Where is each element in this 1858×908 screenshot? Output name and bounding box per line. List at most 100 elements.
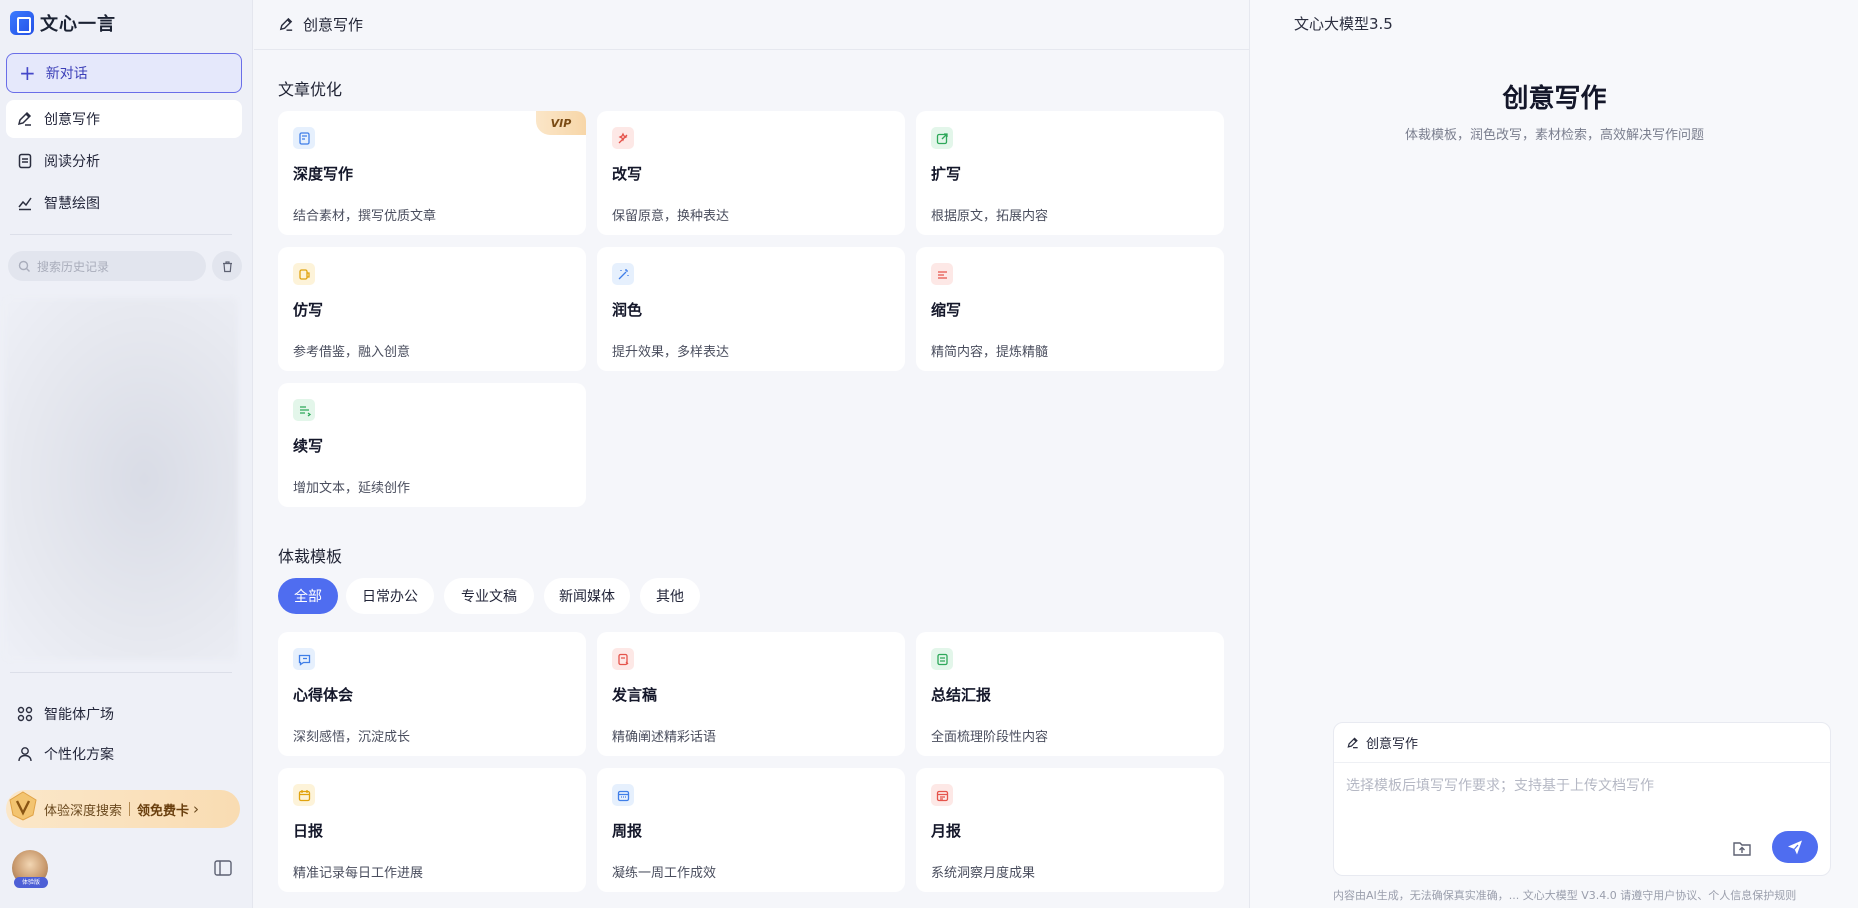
card-title: 心得体会 (293, 686, 354, 704)
pen-icon (279, 17, 293, 31)
expand-icon (931, 127, 953, 149)
calendar-week-icon (612, 784, 634, 806)
new-chat-label: 新对话 (45, 66, 88, 82)
card-description: 精确阐述精彩话语 (612, 730, 717, 745)
model-selector[interactable]: 文心大模型3.5 (1294, 13, 1393, 34)
logo-icon (10, 11, 34, 35)
card-description: 提升效果，多样表达 (612, 345, 730, 360)
card-title: 扩写 (931, 165, 962, 183)
calendar-month-icon (931, 784, 953, 806)
card-title: 月报 (931, 822, 962, 840)
right-panel: 文心大模型3.5 创意写作 体裁模板，润色改写，素材检索，高效解决写作问题 创意… (1249, 0, 1858, 908)
vip-crown-icon (2, 785, 44, 827)
composer-mode-tag[interactable]: 创意写作 (1334, 723, 1830, 763)
speech-icon (612, 648, 634, 670)
feature-card[interactable]: 缩写精简内容，提炼精髓 (916, 247, 1224, 371)
collapse-sidebar-button[interactable] (213, 858, 233, 878)
grid-icon (17, 706, 33, 722)
card-description: 参考借鉴，融入创意 (293, 345, 411, 360)
feature-card[interactable]: 发言稿精确阐述精彩话语 (597, 632, 905, 756)
feature-card[interactable]: 仿写参考借鉴，融入创意 (278, 247, 586, 371)
filter-chip[interactable]: 其他 (640, 578, 700, 614)
feature-card[interactable]: 润色提升效果，多样表达 (597, 247, 905, 371)
nav-item-personalization[interactable]: 个性化方案 (6, 735, 242, 773)
search-placeholder: 搜索历史记录 (37, 259, 110, 274)
send-icon (1788, 840, 1802, 855)
nav-item-agent-plaza[interactable]: 智能体广场 (6, 695, 242, 733)
page-title: 创意写作 (303, 16, 364, 34)
filter-chip[interactable]: 日常办公 (346, 578, 434, 614)
feature-card[interactable]: 周报 凝练一周工作成效 (597, 768, 905, 892)
doc-edit-icon (293, 127, 315, 149)
nav-label: 智能体广场 (44, 707, 114, 723)
card-description: 全面梳理阶段性内容 (931, 730, 1049, 745)
card-title: 发言稿 (612, 686, 658, 704)
pen-icon (17, 111, 32, 126)
card-description: 保留原意，换种表达 (612, 209, 730, 224)
prompt-input[interactable]: 选择模板后填写写作要求；支持基于上传文档写作 (1346, 775, 1654, 795)
divider (10, 234, 232, 235)
divider (10, 672, 232, 673)
feature-card[interactable]: 扩写 根据原文，拓展内容 (916, 111, 1224, 235)
card-description: 结合素材，撰写优质文章 (293, 209, 437, 224)
plus-icon: + (19, 61, 36, 85)
shrink-icon (931, 263, 953, 285)
card-description: 精准记录每日工作进展 (293, 866, 424, 881)
feature-card[interactable]: 改写 保留原意，换种表达 (597, 111, 905, 235)
nav-label: 个性化方案 (44, 747, 114, 763)
promo-text: 体验深度搜索 (44, 803, 123, 819)
card-title: 润色 (612, 301, 643, 319)
nav-label: 阅读分析 (44, 154, 100, 170)
draw-icon (18, 197, 32, 211)
sidebar: 文心一言 + 新对话 创意写作 阅读分析 智慧绘图 搜索历史记录 智能体广场 个… (0, 0, 253, 908)
history-search-input[interactable]: 搜索历史记录 (8, 251, 206, 281)
clear-history-button[interactable] (212, 251, 242, 281)
filter-chip[interactable]: 专业文稿 (444, 578, 534, 614)
nav-item-creative-writing[interactable]: 创意写作 (6, 100, 242, 138)
main-header: 创意写作 (254, 0, 1249, 50)
imitate-icon (293, 263, 315, 285)
upload-file-button[interactable] (1731, 837, 1753, 859)
card-title: 日报 (293, 822, 324, 840)
card-title: 缩写 (931, 301, 962, 319)
promo-cta: 领免费卡 (137, 803, 190, 819)
send-button[interactable] (1772, 831, 1818, 863)
new-chat-button[interactable]: + 新对话 (6, 53, 242, 93)
promo-separator (129, 802, 131, 816)
nav-item-reading-analysis[interactable]: 阅读分析 (6, 142, 242, 180)
feature-card[interactable]: 深度写作结合素材，撰写优质文章 VIP (278, 111, 586, 235)
nav-label: 创意写作 (44, 112, 100, 128)
main-content: 创意写作 文章优化 深度写作 结合素材，撰写优质文章 VIP 改写 保留原意，换种表达扩… (254, 0, 1249, 908)
history-list-blurred (4, 298, 238, 660)
card-title: 深度写作 (293, 165, 354, 183)
filter-chip[interactable]: 新闻媒体 (544, 578, 630, 614)
card-description: 深刻感悟，沉淀成长 (293, 730, 411, 745)
feature-card[interactable]: 总结汇报 全面梳理阶段性内容 (916, 632, 1224, 756)
document-icon (18, 153, 32, 169)
feature-card[interactable]: 日报精准记录每日工作进展 (278, 768, 586, 892)
app-name: 文心一言 (40, 14, 116, 35)
nav-item-smart-drawing[interactable]: 智慧绘图 (6, 184, 242, 222)
feature-card[interactable]: 心得体会深刻感悟，沉淀成长 (278, 632, 586, 756)
feature-card[interactable]: 续写 增加文本，延续创作 (278, 383, 586, 507)
filter-chip[interactable]: 全部 (278, 578, 338, 614)
hero-subtitle: 体裁模板，润色改写，素材检索，高效解决写作问题 (1404, 128, 1704, 143)
card-title: 仿写 (293, 301, 324, 319)
pen-icon (1347, 736, 1358, 748)
composer-mode-label: 创意写作 (1366, 737, 1419, 752)
card-description: 精简内容，提炼精髓 (931, 345, 1049, 360)
section-title-optimize: 文章优化 (278, 80, 343, 99)
nav-label: 智慧绘图 (44, 196, 100, 212)
vip-badge: VIP (536, 111, 586, 135)
deep-search-promo[interactable]: 体验深度搜索 领免费卡 › (6, 790, 240, 828)
continue-icon (293, 399, 315, 421)
search-icon (18, 260, 30, 272)
rewrite-icon (612, 127, 634, 149)
app-logo[interactable]: 文心一言 (10, 10, 116, 36)
hero-title: 创意写作 (1502, 84, 1607, 114)
trash-icon (222, 260, 232, 272)
avatar-badge: 体验版 (14, 877, 48, 888)
prompt-composer: 创意写作 选择模板后填写写作要求；支持基于上传文档写作 (1333, 722, 1831, 876)
disclaimer-footnote: 内容由AI生成，无法确保真实准确，... 文心大模型 V3.4.0 请遵守用户协… (1333, 889, 1797, 902)
feature-card[interactable]: 月报 系统洞察月度成果 (916, 768, 1224, 892)
